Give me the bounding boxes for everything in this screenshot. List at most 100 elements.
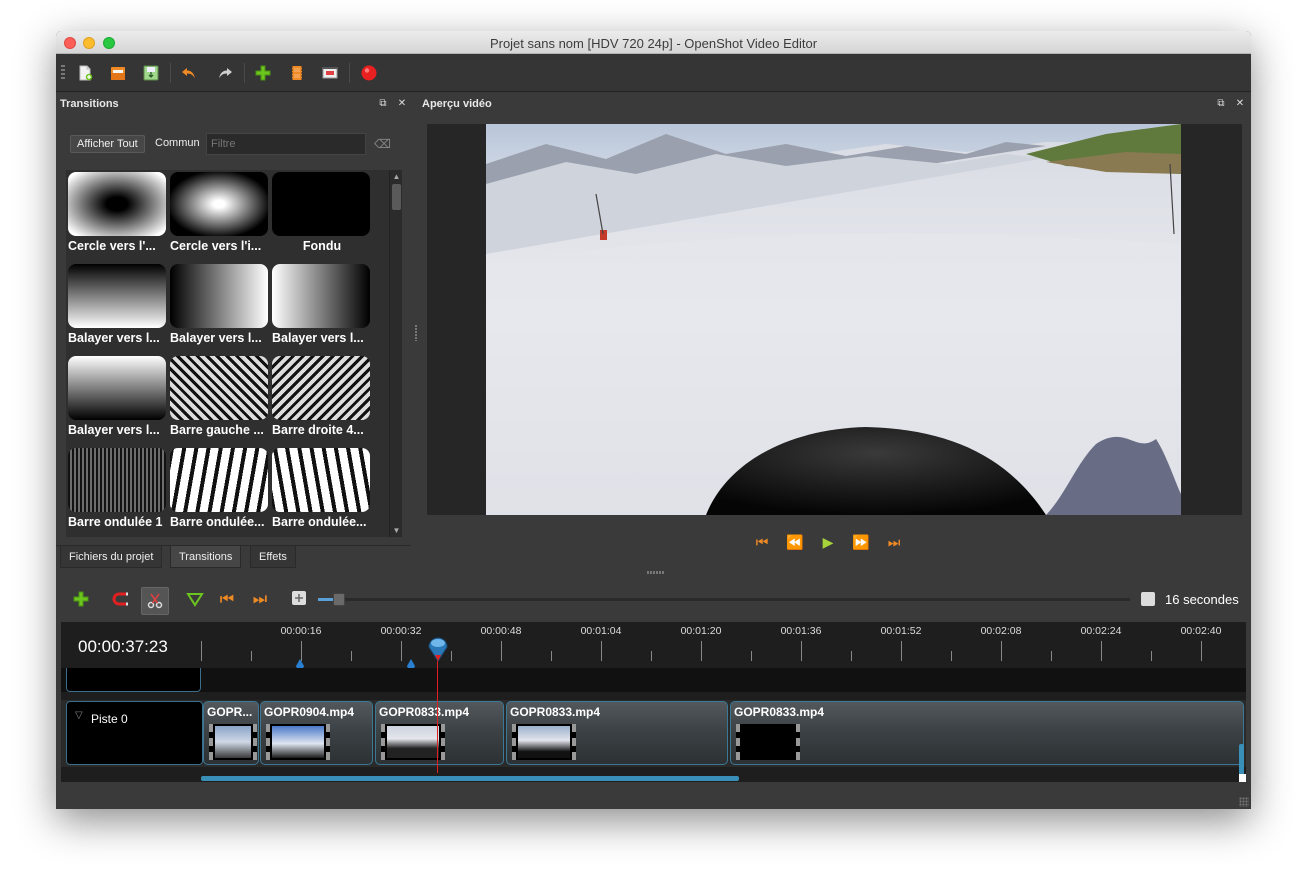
transition-label: Fondu (302, 239, 342, 253)
add-marker-icon[interactable] (185, 590, 205, 610)
transition-label: Barre ondulée 1 (68, 515, 163, 529)
previous-marker-icon[interactable]: ⏮ (217, 590, 237, 610)
video-frame (486, 124, 1181, 515)
scroll-down-icon[interactable]: ▼ (392, 526, 401, 535)
transitions-panel-title: Transitions (60, 98, 119, 110)
scrollbar-thumb[interactable] (392, 184, 401, 210)
transition-thumbnail (68, 448, 166, 512)
transition-item[interactable]: Balayer vers l... (66, 262, 168, 354)
close-panel-icon[interactable]: ✕ (1235, 99, 1245, 109)
play-icon[interactable]: ▶ (818, 533, 838, 551)
tab-effects[interactable]: Effets (250, 546, 296, 568)
zoom-label: 16 secondes (1165, 592, 1239, 607)
clip-thumbnail (266, 724, 330, 760)
playhead-handle[interactable] (427, 635, 449, 662)
fullscreen-icon[interactable] (321, 64, 339, 82)
transition-item[interactable]: Barre droite 4... (270, 354, 372, 446)
transition-item[interactable]: Cercle vers l'i... (168, 170, 270, 262)
snapping-icon[interactable] (111, 590, 131, 610)
zoom-slider-handle[interactable] (333, 593, 345, 606)
clip[interactable]: GOPR... (203, 701, 259, 765)
resize-grip[interactable] (1239, 797, 1249, 807)
jump-end-icon[interactable]: ⏭ (884, 533, 904, 551)
transition-label: Barre ondulée... (170, 515, 265, 529)
close-panel-icon[interactable]: ✕ (397, 99, 407, 109)
ruler-label: 00:01:04 (580, 625, 622, 637)
save-project-icon[interactable] (142, 64, 160, 82)
filter-input[interactable] (206, 133, 366, 155)
tab-project-files[interactable]: Fichiers du projet (60, 546, 163, 568)
scroll-up-icon[interactable]: ▲ (392, 172, 401, 181)
transition-thumbnail (68, 264, 166, 328)
clip[interactable]: GOPR0904.mp4 (260, 701, 373, 765)
timeline-vertical-scrollbar[interactable] (1239, 744, 1244, 778)
ruler-tick (451, 651, 452, 661)
transition-label: Balayer vers l... (68, 423, 160, 437)
timeline-horizontal-scrollbar[interactable] (201, 776, 739, 781)
redo-icon[interactable] (216, 64, 234, 82)
transition-item[interactable]: Cercle vers l'... (66, 170, 168, 262)
ruler-tick (501, 641, 502, 661)
transition-item[interactable]: Balayer vers l... (66, 354, 168, 446)
show-all-button[interactable]: Afficher Tout (70, 135, 145, 153)
transition-item[interactable]: Barre ondulée... (168, 446, 270, 537)
track-header[interactable]: ▽ Piste 0 (66, 701, 203, 765)
undo-icon[interactable] (180, 64, 198, 82)
clip-thumbnail (381, 724, 445, 760)
ruler-tick (401, 641, 402, 661)
zoom-slider-track[interactable] (318, 598, 1130, 601)
open-project-icon[interactable] (109, 64, 127, 82)
timeline[interactable]: 00:00:37:23 00:00:16 00:00:32 00:00:48 0… (61, 622, 1246, 782)
tab-transitions[interactable]: Transitions (170, 546, 242, 568)
ruler-tick (1101, 641, 1102, 661)
window-title: Projet sans nom [HDV 720 24p] - OpenShot… (489, 36, 818, 51)
clear-filter-icon[interactable]: ⌫ (374, 137, 391, 151)
jump-start-icon[interactable]: ⏮ (752, 533, 772, 551)
title-bar: Projet sans nom [HDV 720 24p] - OpenShot… (56, 31, 1251, 54)
float-panel-icon[interactable]: ⧉ (378, 99, 388, 109)
ruler-tick (251, 651, 252, 661)
clip-name: GOPR0833.mp4 (734, 705, 825, 719)
clip[interactable]: GOPR0833.mp4 (375, 701, 504, 765)
float-panel-icon[interactable]: ⧉ (1216, 99, 1226, 109)
export-video-icon[interactable] (360, 64, 378, 82)
clip-thumbnail (209, 724, 257, 760)
transition-item[interactable]: Balayer vers l... (168, 262, 270, 354)
vertical-splitter[interactable] (415, 325, 417, 341)
transition-item[interactable]: Balayer vers l... (270, 262, 372, 354)
transition-item[interactable]: Barre ondulée... (270, 446, 372, 537)
marker-icon[interactable] (296, 656, 304, 669)
transition-label: Barre gauche ... (170, 423, 264, 437)
clip[interactable]: GOPR0833.mp4 (506, 701, 728, 765)
horizontal-splitter[interactable] (647, 571, 665, 574)
transition-item[interactable]: Fondu (270, 170, 372, 262)
transition-thumbnail (68, 356, 166, 420)
ruler-tick (851, 651, 852, 661)
import-files-icon[interactable] (254, 64, 272, 82)
track-collapse-icon[interactable]: ▽ (75, 710, 83, 721)
clip[interactable]: GOPR0833.mp4 (730, 701, 1244, 765)
marker-icon[interactable] (407, 656, 415, 669)
timeline-ruler[interactable]: 00:00:16 00:00:32 00:00:48 00:01:04 00:0… (201, 622, 1246, 668)
ruler-label: 00:00:16 (280, 625, 322, 637)
common-filter-button[interactable]: Commun (155, 137, 200, 149)
transition-item[interactable]: Barre gauche ... (168, 354, 270, 446)
add-track-icon[interactable] (71, 590, 91, 610)
new-project-icon[interactable] (76, 64, 94, 82)
transitions-scrollbar[interactable]: ▲ ▼ (389, 170, 402, 537)
clip-thumbnail (736, 724, 800, 760)
profile-icon[interactable] (288, 64, 306, 82)
ruler-tick (551, 651, 552, 661)
razor-icon[interactable] (141, 587, 169, 615)
rewind-icon[interactable]: ⏪ (785, 533, 805, 551)
transition-label: Barre droite 4... (272, 423, 364, 437)
next-marker-icon[interactable]: ⏭ (250, 590, 270, 610)
ruler-label: 00:00:48 (480, 625, 522, 637)
ruler-label: 00:01:36 (780, 625, 822, 637)
fast-forward-icon[interactable]: ⏩ (851, 533, 871, 551)
center-timeline-icon[interactable] (289, 590, 309, 610)
transitions-grid: Cercle vers l'... Cercle vers l'i... Fon… (66, 170, 392, 537)
toolbar-grip[interactable] (61, 65, 65, 81)
track-header-top (66, 668, 201, 692)
transition-item[interactable]: Barre ondulée 1 (66, 446, 168, 537)
